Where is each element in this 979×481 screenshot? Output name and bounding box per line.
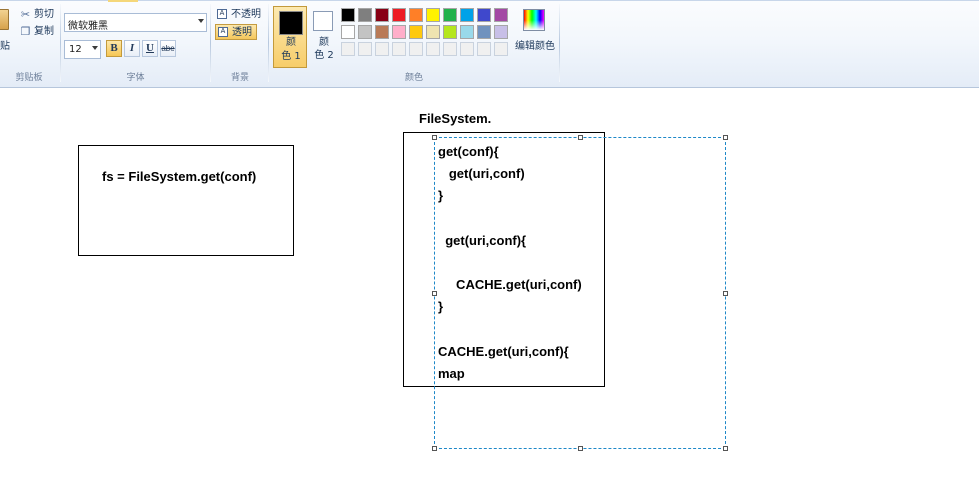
strikethrough-button[interactable]: abe [160,40,176,57]
palette-swatch[interactable] [392,25,406,39]
custom-color-slot[interactable] [426,42,440,56]
custom-color-slot[interactable] [494,42,508,56]
scissors-icon: ✂ [20,8,31,21]
custom-color-slot[interactable] [477,42,491,56]
custom-color-slot[interactable] [443,42,457,56]
font-size-value: 12 [69,44,82,55]
transparent-icon: A [218,27,228,37]
resize-handle-top-right[interactable] [723,135,728,140]
color1-button[interactable]: 颜 色 1 [273,6,307,68]
palette-swatch[interactable] [477,25,491,39]
code-line: get(uri,conf){ [438,233,527,248]
palette-swatch[interactable] [443,25,457,39]
opaque-label: 不透明 [231,9,261,20]
palette-swatch[interactable] [341,8,355,22]
palette-swatch[interactable] [409,25,423,39]
custom-color-slot[interactable] [341,42,355,56]
italic-button[interactable]: I [124,40,140,57]
color1-swatch [279,11,303,35]
palette-swatch[interactable] [426,25,440,39]
paste-icon[interactable] [0,9,9,30]
resize-handle-bottom-left[interactable] [432,446,437,451]
color1-label: 颜 色 1 [281,37,301,62]
text-selection-box[interactable] [434,137,726,449]
code-line: map [438,366,465,381]
group-separator [268,4,269,82]
paste-button-label[interactable]: 贴 [0,37,10,52]
palette-swatch[interactable] [375,8,389,22]
palette-swatch[interactable] [392,8,406,22]
palette-swatch[interactable] [341,25,355,39]
ribbon: 贴 ✂ 剪切 ❐ 复制 剪贴板 微软雅黑 12 B I U abe 字体 A 不… [0,0,979,88]
background-group-label: 背景 [230,73,249,83]
palette-swatch[interactable] [443,8,457,22]
font-family-dropdown[interactable]: 微软雅黑 [64,13,207,32]
clipboard-group-label: 剪贴板 [15,73,43,83]
chevron-down-icon [92,46,98,50]
palette-swatch[interactable] [494,25,508,39]
transparent-label: 透明 [232,27,252,38]
font-size-dropdown[interactable]: 12 [64,40,101,59]
resize-handle-top[interactable] [578,135,583,140]
resize-handle-top-left[interactable] [432,135,437,140]
resize-handle-left[interactable] [432,291,437,296]
edit-colors-label[interactable]: 编辑颜色 [515,37,555,52]
custom-color-slot[interactable] [392,42,406,56]
palette-swatch[interactable] [409,8,423,22]
custom-color-slot[interactable] [375,42,389,56]
color2-label[interactable]: 颜 色 2 [310,36,338,62]
code-line: } [438,188,444,203]
palette-swatch[interactable] [426,8,440,22]
font-group-label: 字体 [126,73,145,83]
font-family-value: 微软雅黑 [68,21,108,32]
opaque-button[interactable]: A 不透明 [215,7,261,23]
custom-color-slot[interactable] [358,42,372,56]
copy-label: 复制 [34,26,54,37]
left-rectangle [78,145,294,256]
chevron-down-icon [198,19,204,23]
palette-swatch[interactable] [460,8,474,22]
edit-colors-icon[interactable] [523,9,545,31]
group-separator [60,4,61,82]
custom-color-slot[interactable] [409,42,423,56]
code-line: CACHE.get(uri,conf) [438,277,582,292]
code-line: } [438,299,444,314]
color-palette [340,7,515,59]
code-line: CACHE.get(uri,conf){ [438,344,569,359]
underline-button[interactable]: U [142,40,158,57]
group-separator [210,4,211,82]
palette-swatch[interactable] [358,25,372,39]
code-line: get(uri,conf) [438,166,525,181]
filesystem-title: FileSystem. [419,111,492,126]
copy-icon: ❐ [20,25,31,38]
palette-swatch[interactable] [460,25,474,39]
home-tab-edge[interactable] [108,0,138,2]
palette-swatch[interactable] [477,8,491,22]
resize-handle-right[interactable] [723,291,728,296]
cut-label: 剪切 [34,9,54,20]
palette-swatch[interactable] [375,25,389,39]
palette-swatch[interactable] [494,8,508,22]
ribbon-top-border [0,0,979,1]
opaque-icon: A [217,9,227,19]
palette-swatch[interactable] [358,8,372,22]
color2-swatch[interactable] [313,11,333,31]
resize-handle-bottom[interactable] [578,446,583,451]
transparent-button[interactable]: A 透明 [215,24,257,40]
custom-color-slot[interactable] [460,42,474,56]
cut-button[interactable]: ✂ 剪切 [19,8,59,22]
colors-group-label: 颜色 [404,73,423,83]
code-line: get(conf){ [438,144,499,159]
bold-button[interactable]: B [106,40,122,57]
group-separator [559,4,560,82]
resize-handle-bottom-right[interactable] [723,446,728,451]
left-box-text: fs = FileSystem.get(conf) [102,169,257,184]
copy-button[interactable]: ❐ 复制 [19,25,59,39]
